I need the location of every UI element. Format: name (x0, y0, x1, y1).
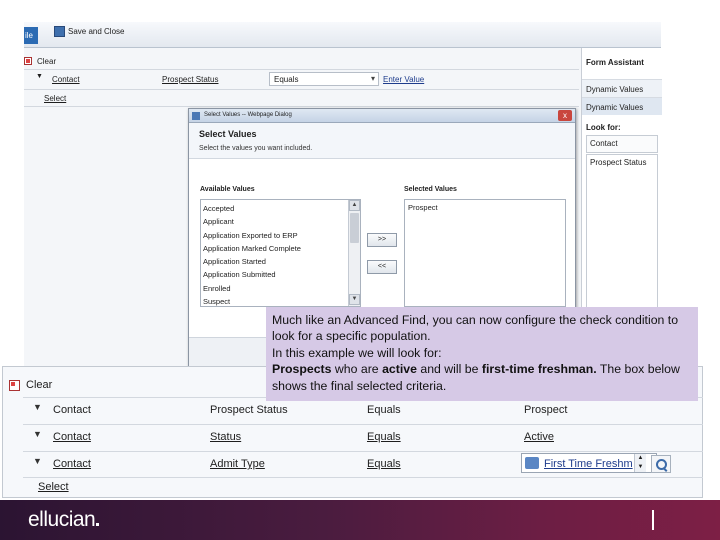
remove-value-button[interactable]: << (367, 260, 397, 274)
callout-line-1: Much like an Advanced Find, you can now … (272, 313, 679, 344)
available-values-label: Available Values (200, 186, 255, 193)
available-values-items: Accepted Applicant Application Exported … (203, 202, 347, 308)
save-and-close-label: Save and Close (68, 27, 125, 36)
lookup-field[interactable]: First Time Freshm ▲ ▼ (521, 453, 657, 473)
criteria-field[interactable]: Contact (53, 431, 91, 443)
criteria-row: ▼ Contact Prospect Status Equals Prospec… (27, 398, 703, 424)
add-value-button[interactable]: >> (367, 233, 397, 247)
criteria-row: ▼ Contact Status Equals Active (27, 425, 703, 451)
list-item[interactable]: Prospect (408, 203, 562, 212)
chevron-down-icon[interactable]: ▼ (33, 402, 42, 412)
save-icon (54, 26, 65, 37)
criteria-operator[interactable]: Equals (367, 458, 401, 470)
callout-first-time: first-time freshman. (481, 362, 597, 377)
criteria-operator[interactable]: Equals (367, 431, 401, 443)
selected-values-label: Selected Values (404, 186, 457, 193)
clear-label: Clear (26, 379, 53, 391)
lookup-value[interactable]: First Time Freshm (544, 458, 634, 470)
list-item[interactable]: Accepted (203, 202, 347, 215)
look-for-select[interactable]: Contact (586, 135, 658, 153)
callout-text: and will be (416, 362, 482, 377)
divider (24, 106, 579, 107)
window-icon (192, 112, 200, 120)
callout-active: active (382, 362, 417, 377)
callout-text: who are (331, 362, 383, 377)
list-item[interactable]: Application Exported to ERP (203, 229, 347, 242)
tab-dynamic-values[interactable]: Dynamic Values (582, 79, 662, 97)
form-assistant-title: Form Assistant (586, 58, 644, 67)
chevron-down-icon[interactable]: ▼ (33, 429, 42, 439)
ellucian-logo: ellucian (28, 508, 100, 532)
divider (24, 89, 579, 90)
divider (652, 510, 654, 530)
operator-value: Equals (274, 75, 299, 84)
record-icon (525, 457, 539, 469)
criteria-value[interactable]: Prospect (524, 404, 567, 416)
list-item[interactable]: Enrolled (203, 282, 347, 295)
criteria-attribute[interactable]: Status (210, 431, 241, 443)
criteria-row-top: ▼ Contact Prospect Status Equals Enter V… (32, 72, 579, 87)
lookup-spinner[interactable]: ▲ ▼ (634, 454, 646, 472)
criteria-field[interactable]: Contact (53, 404, 91, 416)
list-item[interactable]: Applicant (203, 215, 347, 228)
operator-select[interactable]: Equals (269, 72, 379, 86)
criteria-field[interactable]: Contact (52, 75, 80, 84)
lookup-search-icon[interactable] (651, 455, 671, 473)
criteria-row: ▼ Contact Admit Type Equals First Time F… (27, 452, 703, 478)
dialog-titlebar: Select Values -- Webpage Dialog x (189, 109, 575, 123)
explanation-callout: Much like an Advanced Find, you can now … (266, 307, 698, 401)
list-item[interactable]: Application Started (203, 255, 347, 268)
logo-dot (96, 523, 100, 526)
save-and-close-button[interactable]: Save and Close (54, 24, 124, 44)
look-for-label: Look for: (586, 123, 621, 132)
scrollbar[interactable]: ▲ ▼ (348, 200, 360, 306)
tab-dynamic-values-active[interactable]: Dynamic Values (582, 97, 662, 115)
dialog-heading: Select Values (199, 129, 257, 139)
scroll-thumb[interactable] (350, 213, 359, 243)
clear-button[interactable]: Clear (9, 377, 52, 393)
criteria-operator[interactable]: Equals (367, 404, 401, 416)
file-tab[interactable]: ile (24, 27, 38, 44)
chevron-down-icon[interactable]: ▼ (36, 73, 43, 80)
chevron-down-icon[interactable]: ▼ (33, 456, 42, 466)
ribbon-toolbar: ile Save and Close (24, 22, 661, 48)
scroll-down-icon[interactable]: ▼ (349, 294, 360, 305)
close-button[interactable]: x (558, 110, 572, 121)
logo-text: ellucian (28, 508, 96, 531)
scroll-up-icon[interactable]: ▲ (349, 200, 360, 211)
select-link-top[interactable]: Select (44, 94, 66, 103)
dialog-header: Select Values Select the values you want… (189, 123, 575, 159)
clear-icon (9, 379, 20, 391)
callout-prospects: Prospects (272, 362, 332, 377)
criteria-attribute[interactable]: Prospect Status (210, 404, 288, 416)
brand-footer: ellucian (0, 500, 720, 540)
clear-icon (24, 57, 32, 65)
selected-values-list[interactable]: Prospect (404, 199, 566, 307)
criteria-value[interactable]: Active (524, 431, 554, 443)
divider (23, 477, 703, 478)
enter-value-link[interactable]: Enter Value (383, 75, 424, 84)
criteria-field[interactable]: Contact (53, 458, 91, 470)
clear-button-top[interactable]: Clear (24, 54, 579, 68)
dialog-instruction: Select the values you want included. (199, 145, 313, 152)
divider (24, 69, 579, 70)
clear-label: Clear (37, 56, 57, 66)
list-item[interactable]: Prospect Status (590, 158, 654, 167)
criteria-attribute[interactable]: Prospect Status (162, 75, 218, 84)
list-item[interactable]: Application Submitted (203, 268, 347, 281)
available-values-list[interactable]: Accepted Applicant Application Exported … (200, 199, 361, 307)
criteria-attribute[interactable]: Admit Type (210, 458, 265, 470)
dialog-window-title: Select Values -- Webpage Dialog (204, 112, 292, 118)
list-item[interactable]: Application Marked Complete (203, 242, 347, 255)
select-link[interactable]: Select (38, 481, 69, 493)
callout-line-2: In this example we will look for: (272, 345, 442, 360)
